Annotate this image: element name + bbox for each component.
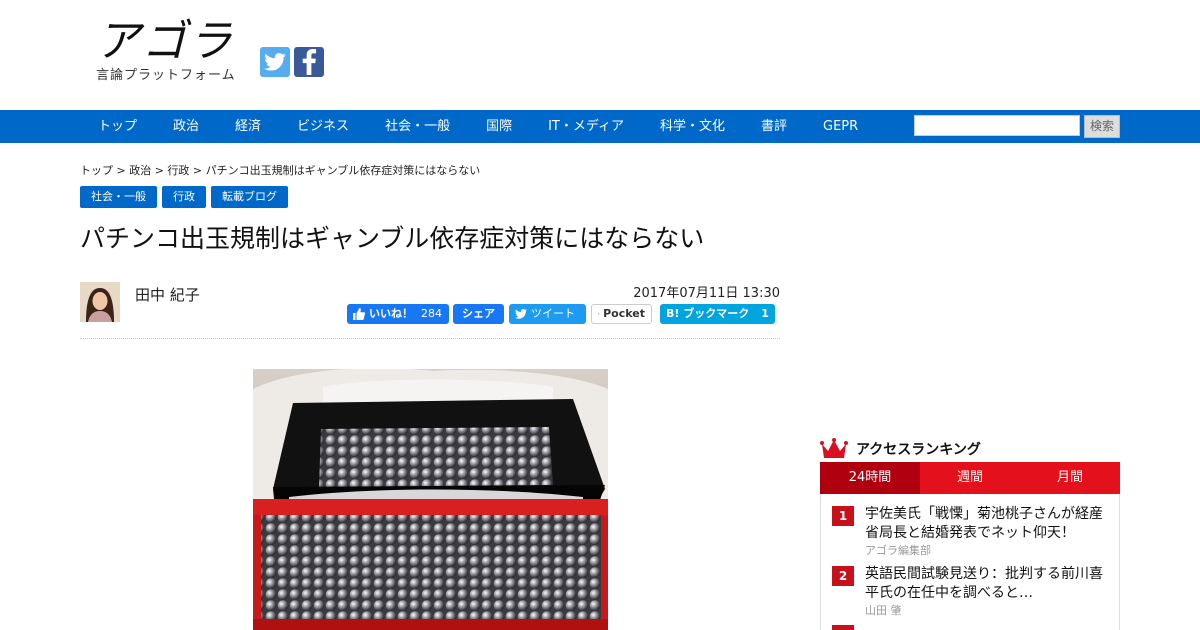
social-links (260, 47, 324, 77)
nav-item-gepr[interactable]: GEPR (805, 110, 876, 143)
article-title: パチンコ出玉規制はギャンブル依存症対策にはならない (80, 224, 705, 253)
rank-title[interactable]: 英語民間試験見送り：批判する前川喜平氏の在任中を調べると… (865, 565, 1110, 603)
like-label: いいね！ (369, 307, 413, 320)
ranking-header: アクセスランキング (820, 436, 981, 462)
search-button[interactable]: 検索 (1084, 115, 1120, 138)
facebook-icon[interactable] (294, 47, 324, 77)
tag-repost-blog[interactable]: 転載ブログ (211, 186, 288, 208)
crown-icon (820, 438, 848, 458)
nav-item-politics[interactable]: 政治 (155, 110, 217, 143)
tab-24h[interactable]: 24時間 (820, 462, 920, 494)
rank-author: アゴラ編集部 (865, 544, 931, 557)
hatena-bookmark-button[interactable]: B! ブックマーク 1 (660, 304, 775, 324)
nav-item-science-culture[interactable]: 科学・文化 (642, 110, 743, 143)
nav-item-business[interactable]: ビジネス (279, 110, 367, 143)
publish-date: 2017年07月11日 13:30 (633, 286, 780, 301)
author-name[interactable]: 田中 紀子 (135, 284, 200, 305)
like-count: 284 (421, 307, 442, 320)
rank-number: 1 (832, 506, 854, 526)
twitter-icon[interactable] (260, 47, 290, 77)
nav-menu: トップ 政治 経済 ビジネス 社会・一般 国際 IT・メディア 科学・文化 書評… (80, 110, 876, 143)
logo-main-text: アゴラ (96, 16, 234, 67)
rank-author: 山田 肇 (865, 604, 902, 617)
rank-number: 2 (832, 566, 854, 586)
facebook-like-button[interactable]: いいね！ 284 (347, 304, 449, 324)
hatena-label: B! ブックマーク (666, 307, 750, 320)
article-photo (253, 369, 608, 630)
nav-item-international[interactable]: 国際 (468, 110, 530, 143)
tag-administration[interactable]: 行政 (162, 186, 206, 208)
tweet-label: ツイート (531, 307, 575, 320)
twitter-bird-icon (515, 309, 527, 319)
tab-weekly[interactable]: 週間 (920, 462, 1020, 494)
nav-item-society[interactable]: 社会・一般 (367, 110, 468, 143)
breadcrumb[interactable]: トップ > 政治 > 行政 > パチンコ出玉規制はギャンブル依存症対策にはならな… (80, 162, 480, 178)
site-header: アゴラ 言論プラットフォーム (0, 0, 1200, 110)
avatar[interactable] (80, 282, 120, 322)
header-divider (80, 338, 780, 339)
logo-tagline: 言論プラットフォーム (96, 68, 236, 83)
rank-title[interactable]: 宇佐美氏「戦慄」菊池桃子さんが経産省局長と結婚発表でネット仰天！ (865, 505, 1110, 543)
ranking-tabs: 24時間 週間 月間 (820, 462, 1120, 494)
ranking-title: アクセスランキング (856, 442, 981, 458)
thumbs-up-icon (353, 308, 365, 320)
nav-item-economy[interactable]: 経済 (217, 110, 279, 143)
facebook-share-button[interactable]: シェア (453, 304, 504, 324)
tag-society[interactable]: 社会・一般 (80, 186, 157, 208)
nav-item-books[interactable]: 書評 (743, 110, 805, 143)
pocket-label: Pocket (603, 307, 645, 320)
rank-number: 3 (832, 625, 854, 630)
ranking-list: 1 宇佐美氏「戦慄」菊池桃子さんが経産省局長と結婚発表でネット仰天！ アゴラ編集… (820, 494, 1120, 630)
nav-item-top[interactable]: トップ (80, 110, 155, 143)
pocket-icon (598, 313, 600, 315)
tab-monthly[interactable]: 月間 (1020, 462, 1120, 494)
tweet-button[interactable]: ツイート (509, 304, 586, 324)
main-nav: トップ 政治 経済 ビジネス 社会・一般 国際 IT・メディア 科学・文化 書評… (0, 110, 1200, 143)
search-input[interactable] (914, 115, 1080, 136)
nav-item-it-media[interactable]: IT・メディア (530, 110, 642, 143)
site-logo[interactable]: アゴラ 言論プラットフォーム (96, 16, 236, 84)
hatena-count: 1 (761, 307, 769, 320)
pocket-button[interactable]: Pocket (591, 304, 652, 324)
category-tags: 社会・一般 行政 転載ブログ (80, 186, 288, 208)
